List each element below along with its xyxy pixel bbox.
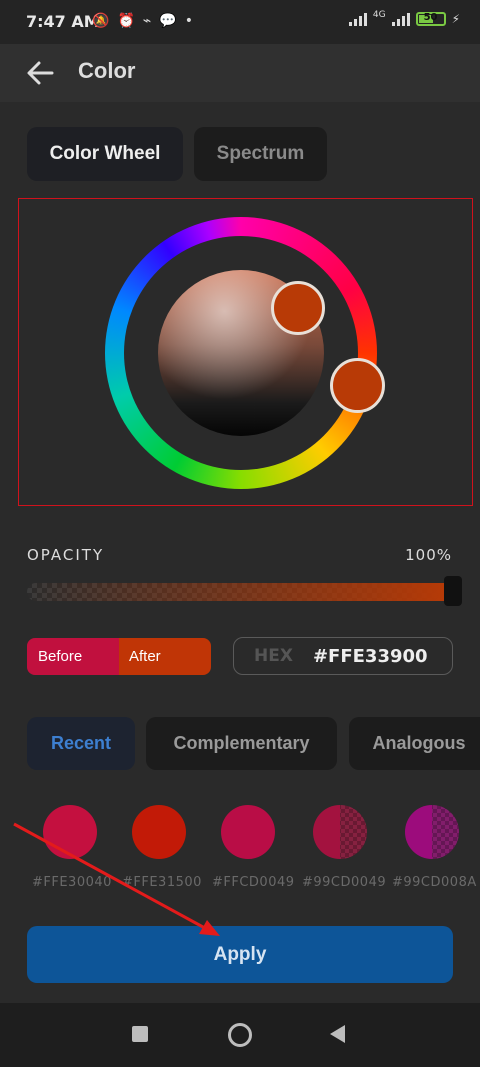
hex-label: HEX (254, 646, 293, 666)
tab-recent[interactable]: Recent (27, 717, 135, 770)
swatch-3[interactable] (221, 805, 275, 859)
usb-icon: ⌁ (142, 13, 152, 29)
back-arrow-icon[interactable] (22, 56, 58, 90)
recent-apps-icon[interactable] (132, 1026, 148, 1042)
saturation-knob[interactable] (271, 281, 325, 335)
dot-icon: • (184, 13, 194, 29)
after-swatch: After (119, 638, 211, 675)
swatch-label-2: #FFE31500 (122, 875, 202, 890)
app-bar: Color (0, 44, 480, 102)
home-icon[interactable] (228, 1023, 252, 1047)
tab-complementary[interactable]: Complementary (146, 717, 337, 770)
battery-level: 50 (423, 12, 438, 23)
signal-icon (348, 12, 367, 26)
status-time: 7:47 AM (26, 12, 100, 31)
opacity-label: OPACITY (27, 546, 105, 564)
before-swatch: Before (27, 638, 119, 675)
chat-icon: 💬 (159, 13, 177, 29)
tab-spectrum[interactable]: Spectrum (194, 127, 327, 181)
swatch-label-1: #FFE30040 (32, 875, 112, 890)
swatch-5[interactable] (405, 805, 459, 859)
swatch-label-3: #FFCD0049 (212, 875, 295, 890)
signal-icon-2 (391, 12, 410, 26)
network-type-label: 4G (372, 10, 386, 20)
battery-icon: 50 (415, 12, 446, 26)
swatch-1[interactable] (43, 805, 97, 859)
swatch-label-5: #99CD008A (392, 875, 477, 890)
status-bar: 7:47 AM 🔕 ⏰ ⌁ 💬 • 4G 50 ⚡ (0, 0, 480, 44)
hex-input[interactable]: HEX #FFE33900 (233, 637, 453, 675)
hue-knob[interactable] (330, 358, 385, 413)
before-after-preview: Before After (27, 638, 211, 675)
opacity-slider-track[interactable] (27, 583, 453, 601)
opacity-value: 100% (405, 546, 452, 564)
swatch-4[interactable] (313, 805, 367, 859)
swatch-2[interactable] (132, 805, 186, 859)
bell-off-icon: 🔕 (92, 13, 110, 29)
hex-value[interactable]: #FFE33900 (313, 646, 428, 667)
nav-back-icon[interactable] (330, 1025, 345, 1043)
page-title: Color (78, 58, 136, 83)
swatch-label-4: #99CD0049 (302, 875, 387, 890)
tab-color-wheel[interactable]: Color Wheel (27, 127, 183, 181)
apply-button[interactable]: Apply (27, 926, 453, 983)
tab-analogous[interactable]: Analogous (349, 717, 480, 770)
alarm-icon: ⏰ (117, 13, 135, 29)
opacity-slider-thumb[interactable] (444, 576, 462, 606)
charging-icon: ⚡ (451, 12, 460, 26)
